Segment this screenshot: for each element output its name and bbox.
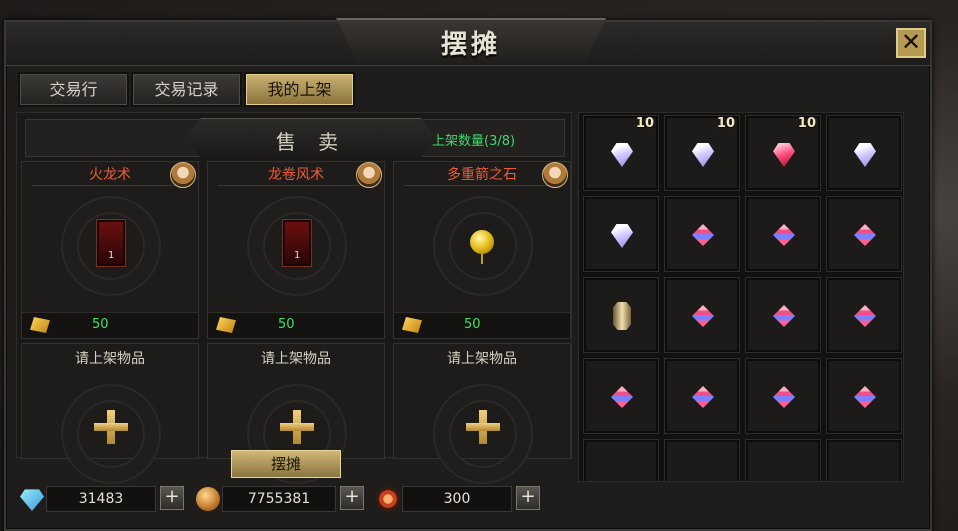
inventory-cell[interactable] bbox=[664, 358, 740, 434]
gem-icon bbox=[611, 224, 633, 248]
empty-slot-label: 请上架物品 bbox=[261, 351, 331, 367]
add-diamond-button[interactable]: + bbox=[160, 486, 184, 510]
inventory-cell[interactable] bbox=[664, 439, 740, 481]
gem-icon bbox=[854, 305, 876, 327]
plus-icon[interactable] bbox=[94, 410, 128, 444]
golden-orb-icon[interactable] bbox=[470, 230, 494, 254]
close-button[interactable]: ✕ bbox=[896, 28, 926, 58]
listing-price: 50 bbox=[464, 317, 481, 332]
inventory-cell[interactable] bbox=[826, 277, 902, 353]
orb-stem bbox=[481, 254, 483, 264]
empty-slot-2[interactable]: 请上架物品 bbox=[207, 343, 385, 484]
seller-avatar bbox=[542, 162, 568, 188]
item-count: 10 bbox=[635, 116, 654, 131]
crystal-icon bbox=[613, 302, 631, 330]
listing-slot-3[interactable]: 多重箭之石 50 bbox=[393, 161, 571, 339]
currency-coin: 7755381 + bbox=[192, 484, 368, 514]
empty-slot-label: 请上架物品 bbox=[75, 351, 145, 367]
sale-title: 售 卖 bbox=[275, 130, 347, 154]
inventory-grid: 10 10 10 bbox=[578, 112, 904, 482]
gold-ingot-icon bbox=[402, 317, 422, 333]
inventory-cell[interactable] bbox=[664, 196, 740, 272]
item-count: 10 bbox=[716, 116, 735, 131]
gem-icon bbox=[773, 386, 795, 408]
listing-count: 上架数量(3/8) bbox=[432, 134, 516, 149]
gold-ingot-icon bbox=[216, 317, 236, 333]
emblem-amount: 300 bbox=[402, 486, 512, 512]
inventory-cell[interactable] bbox=[826, 439, 902, 481]
inventory-cell[interactable]: 10 bbox=[583, 115, 659, 191]
item-count: 10 bbox=[797, 116, 816, 131]
inventory-cell[interactable] bbox=[583, 358, 659, 434]
tab-trading-house[interactable]: 交易行 bbox=[20, 74, 127, 105]
inventory-cell[interactable] bbox=[826, 358, 902, 434]
listing-name: 火龙术 bbox=[32, 164, 188, 186]
listing-slot-2[interactable]: 龙卷风术 1 50 bbox=[207, 161, 385, 339]
diamond-amount: 31483 bbox=[46, 486, 156, 512]
inventory-cell[interactable]: 10 bbox=[664, 115, 740, 191]
inventory-cell[interactable] bbox=[745, 358, 821, 434]
listing-panel: 售 卖 上架数量(3/8) 火龙术 1 50 龙卷风术 1 50 多重箭之石 5… bbox=[16, 112, 572, 484]
gem-icon bbox=[611, 143, 633, 167]
inventory-cell[interactable]: 10 bbox=[745, 115, 821, 191]
inventory-cell[interactable] bbox=[583, 277, 659, 353]
add-coin-button[interactable]: + bbox=[340, 486, 364, 510]
inventory-cell[interactable] bbox=[826, 196, 902, 272]
gem-icon bbox=[692, 305, 714, 327]
empty-slot-3[interactable]: 请上架物品 bbox=[393, 343, 571, 484]
currency-diamond: 31483 + bbox=[16, 484, 186, 514]
seller-avatar bbox=[356, 162, 382, 188]
sun-emblem-icon bbox=[376, 487, 400, 511]
listing-price: 50 bbox=[278, 317, 295, 332]
listing-price: 50 bbox=[92, 317, 109, 332]
titlebar: 摆摊 ✕ bbox=[6, 18, 930, 66]
inventory-cell[interactable] bbox=[826, 115, 902, 191]
empty-slot-label: 请上架物品 bbox=[447, 351, 517, 367]
gem-icon bbox=[773, 224, 795, 246]
gold-ingot-icon bbox=[30, 317, 50, 333]
inventory-cell[interactable] bbox=[745, 439, 821, 481]
gem-icon bbox=[854, 143, 876, 167]
copper-coin-icon bbox=[196, 487, 220, 511]
inventory-cell[interactable] bbox=[745, 196, 821, 272]
gem-icon bbox=[854, 386, 876, 408]
scroll-icon[interactable]: 1 bbox=[97, 220, 125, 266]
scroll-icon[interactable]: 1 bbox=[283, 220, 311, 266]
empty-slot-1[interactable]: 请上架物品 bbox=[21, 343, 199, 484]
set-up-stall-button[interactable]: 摆摊 bbox=[231, 450, 341, 478]
diamond-icon bbox=[20, 489, 44, 511]
gem-icon bbox=[692, 143, 714, 167]
inventory-cell[interactable] bbox=[583, 196, 659, 272]
gem-icon bbox=[773, 305, 795, 327]
currency-bar: 31483 + 7755381 + 300 + bbox=[16, 484, 546, 514]
price-row: 50 bbox=[22, 312, 198, 338]
currency-emblem: 300 + bbox=[372, 484, 542, 514]
seller-avatar bbox=[170, 162, 196, 188]
listing-name: 多重箭之石 bbox=[404, 164, 560, 186]
window-title: 摆摊 bbox=[440, 30, 501, 60]
gem-icon bbox=[692, 224, 714, 246]
inventory-cell[interactable] bbox=[745, 277, 821, 353]
gem-icon bbox=[854, 224, 876, 246]
price-row: 50 bbox=[208, 312, 384, 338]
gem-icon bbox=[692, 386, 714, 408]
tab-trade-records[interactable]: 交易记录 bbox=[133, 74, 240, 105]
sale-header: 售 卖 上架数量(3/8) bbox=[25, 118, 565, 158]
gem-icon bbox=[773, 143, 795, 167]
inventory-cell[interactable] bbox=[583, 439, 659, 481]
tab-my-listings[interactable]: 我的上架 bbox=[246, 74, 353, 105]
listing-slot-1[interactable]: 火龙术 1 50 bbox=[21, 161, 199, 339]
inventory-cell[interactable] bbox=[664, 277, 740, 353]
price-row: 50 bbox=[394, 312, 570, 338]
tab-bar: 交易行 交易记录 我的上架 bbox=[20, 74, 353, 105]
add-emblem-button[interactable]: + bbox=[516, 486, 540, 510]
plus-icon[interactable] bbox=[280, 410, 314, 444]
gem-icon bbox=[611, 386, 633, 408]
listing-name: 龙卷风术 bbox=[218, 164, 374, 186]
coin-amount: 7755381 bbox=[222, 486, 336, 512]
plus-icon[interactable] bbox=[466, 410, 500, 444]
